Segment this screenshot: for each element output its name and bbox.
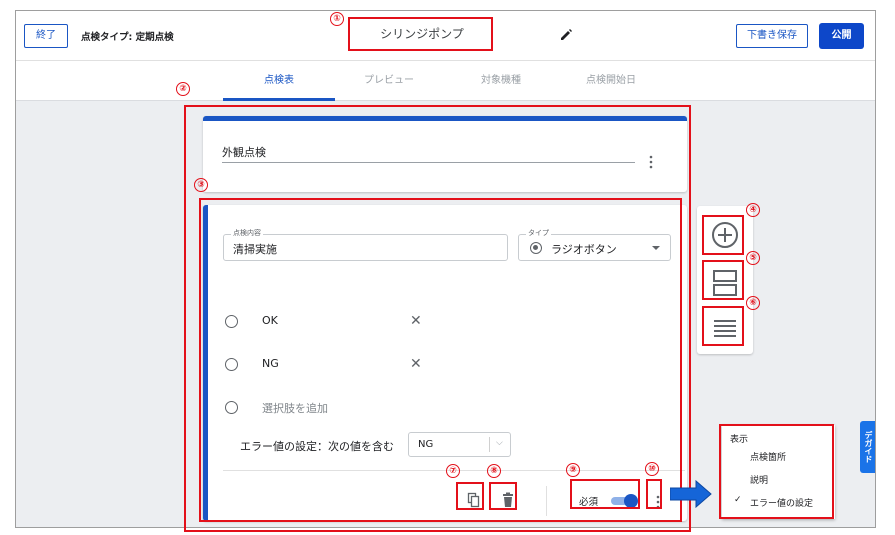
callout-6: ⑥ xyxy=(746,296,760,310)
tab-preview[interactable]: プレビュー xyxy=(334,61,444,101)
callout-2: ② xyxy=(176,82,190,96)
callout-7: ⑦ xyxy=(446,464,460,478)
annotation-box-9 xyxy=(570,479,640,509)
annotation-box-6 xyxy=(702,306,744,346)
edit-pencil-icon[interactable] xyxy=(559,26,573,42)
annotation-box-5 xyxy=(702,260,744,300)
active-tab-indicator xyxy=(223,98,335,101)
annotation-box-8 xyxy=(489,482,517,510)
inspection-type-label: 点検タイプ: 定期点検 xyxy=(81,32,174,43)
annotation-box-1 xyxy=(348,17,493,51)
save-draft-button[interactable]: 下書き保存 xyxy=(736,24,808,48)
arrow-right-icon xyxy=(669,479,712,509)
callout-3: ③ xyxy=(194,178,208,192)
annotation-box-4 xyxy=(702,215,744,255)
callout-4: ④ xyxy=(746,203,760,217)
publish-button[interactable]: 公開 xyxy=(819,23,864,49)
tab-target-models[interactable]: 対象機種 xyxy=(446,61,556,101)
annotation-box-7 xyxy=(456,482,484,510)
tab-bar: 点検表 プレビュー 対象機種 点検開始日 xyxy=(16,61,875,101)
annotation-box-3 xyxy=(199,198,682,522)
exit-button[interactable]: 終了 xyxy=(24,24,68,48)
callout-5: ⑤ xyxy=(746,251,760,265)
annotation-box-menu xyxy=(719,424,834,519)
callout-1: ① xyxy=(330,12,344,26)
guide-tab[interactable]: デガイド xyxy=(860,421,875,473)
tab-checklist[interactable]: 点検表 xyxy=(223,61,335,101)
callout-10: ⑩ xyxy=(645,462,659,476)
callout-9: ⑨ xyxy=(566,463,580,477)
annotation-box-10 xyxy=(646,479,662,509)
tab-start-date[interactable]: 点検開始日 xyxy=(556,61,666,101)
callout-8: ⑧ xyxy=(487,464,501,478)
